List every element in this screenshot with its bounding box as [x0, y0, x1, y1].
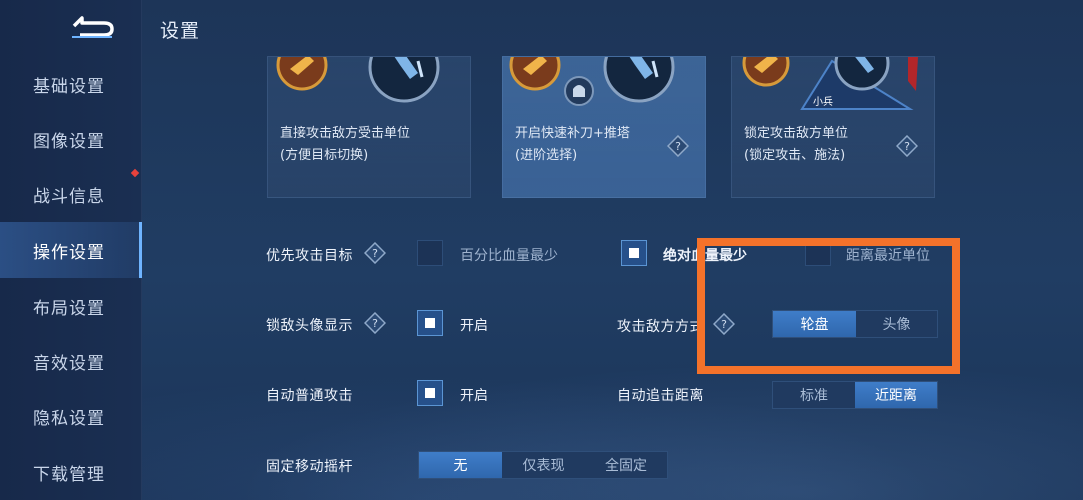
sidebar-item-controls[interactable]: 操作设置: [0, 222, 142, 278]
sidebar-item-label: 操作设置: [33, 242, 105, 263]
lock-avatar-checkbox[interactable]: [417, 310, 443, 336]
joystick-selector: 无 仅表现 全固定: [418, 451, 668, 479]
priority-target-label: 优先攻击目标: [266, 248, 353, 264]
segment-none[interactable]: 无: [419, 452, 502, 478]
card-line-2: (进阶选择): [515, 148, 578, 163]
lock-avatar-option: 开启: [460, 318, 488, 334]
page-title: 设置: [160, 20, 201, 42]
svg-text:?: ?: [372, 317, 378, 330]
chase-distance-selector: 标准 近距离: [772, 381, 938, 409]
attack-mode-card-2[interactable]: 开启快速补刀+推塔 (进阶选择) ?: [502, 56, 706, 198]
sidebar: 基础设置 图像设置 战斗信息 操作设置 布局设置 音效设置 隐私设置 下载管理: [0, 0, 142, 500]
question-diamond-icon[interactable]: ?: [896, 135, 918, 157]
option-label-percent-hp: 百分比血量最少: [460, 248, 558, 264]
minion-badge: 小兵: [813, 97, 833, 108]
segment-close-range[interactable]: 近距离: [855, 382, 937, 408]
question-diamond-icon[interactable]: ?: [364, 242, 386, 264]
option-checkbox-absolute-hp[interactable]: [621, 240, 647, 266]
skill-art-icon: [276, 57, 440, 103]
sidebar-item-privacy[interactable]: 隐私设置: [0, 388, 142, 444]
attack-mode-card-3[interactable]: 小兵 锁定攻击敌方单位 (锁定攻击、施法) ?: [731, 56, 935, 198]
segment-fully-fixed[interactable]: 全固定: [585, 452, 667, 478]
question-diamond-icon[interactable]: ?: [364, 312, 386, 334]
sidebar-item-label: 布局设置: [33, 298, 105, 319]
card-line-2: (锁定攻击、施法): [744, 148, 846, 163]
sidebar-item-label: 下载管理: [33, 464, 105, 485]
skill-art-icon: [509, 57, 675, 106]
card-line-2: (方便目标切换): [280, 148, 369, 163]
sidebar-item-label: 图像设置: [33, 131, 105, 152]
segment-display-only[interactable]: 仅表现: [502, 452, 585, 478]
question-diamond-icon[interactable]: ?: [667, 135, 689, 157]
skill-art-icon: [742, 57, 918, 110]
sidebar-item-label: 音效设置: [33, 353, 105, 374]
auto-attack-checkbox[interactable]: [417, 380, 443, 406]
sidebar-item-basic[interactable]: 基础设置: [0, 56, 142, 112]
option-checkbox-percent-hp[interactable]: [417, 240, 443, 266]
sidebar-item-label: 基础设置: [33, 76, 105, 97]
auto-attack-option: 开启: [460, 388, 488, 404]
joystick-label: 固定移动摇杆: [266, 459, 353, 475]
svg-text:?: ?: [372, 247, 378, 260]
back-arrow-icon: [72, 16, 114, 38]
card-line-1: 开启快速补刀+推塔: [515, 126, 630, 141]
lock-avatar-label: 锁敌头像显示: [266, 318, 353, 334]
svg-text:?: ?: [904, 140, 910, 153]
card-line-1: 直接攻击敌方受击单位: [280, 126, 411, 141]
sidebar-item-layout[interactable]: 布局设置: [0, 278, 142, 334]
sidebar-item-graphics[interactable]: 图像设置: [0, 111, 142, 167]
sidebar-item-battle-info[interactable]: 战斗信息: [0, 166, 142, 222]
sidebar-item-downloads[interactable]: 下载管理: [0, 444, 142, 500]
svg-text:?: ?: [675, 140, 681, 153]
sidebar-item-sound[interactable]: 音效设置: [0, 333, 142, 389]
chase-distance-label: 自动追击距离: [617, 388, 704, 404]
back-button[interactable]: [68, 12, 118, 40]
attack-method-label: 攻击敌方方式: [617, 319, 704, 335]
segment-standard[interactable]: 标准: [773, 382, 855, 408]
highlight-box: [697, 238, 960, 374]
sidebar-item-label: 隐私设置: [33, 408, 105, 429]
auto-attack-label: 自动普通攻击: [266, 388, 353, 404]
card-line-1: 锁定攻击敌方单位: [744, 126, 849, 141]
sidebar-item-label: 战斗信息: [33, 186, 105, 207]
attack-mode-card-1[interactable]: 直接攻击敌方受击单位 (方便目标切换): [267, 56, 471, 198]
